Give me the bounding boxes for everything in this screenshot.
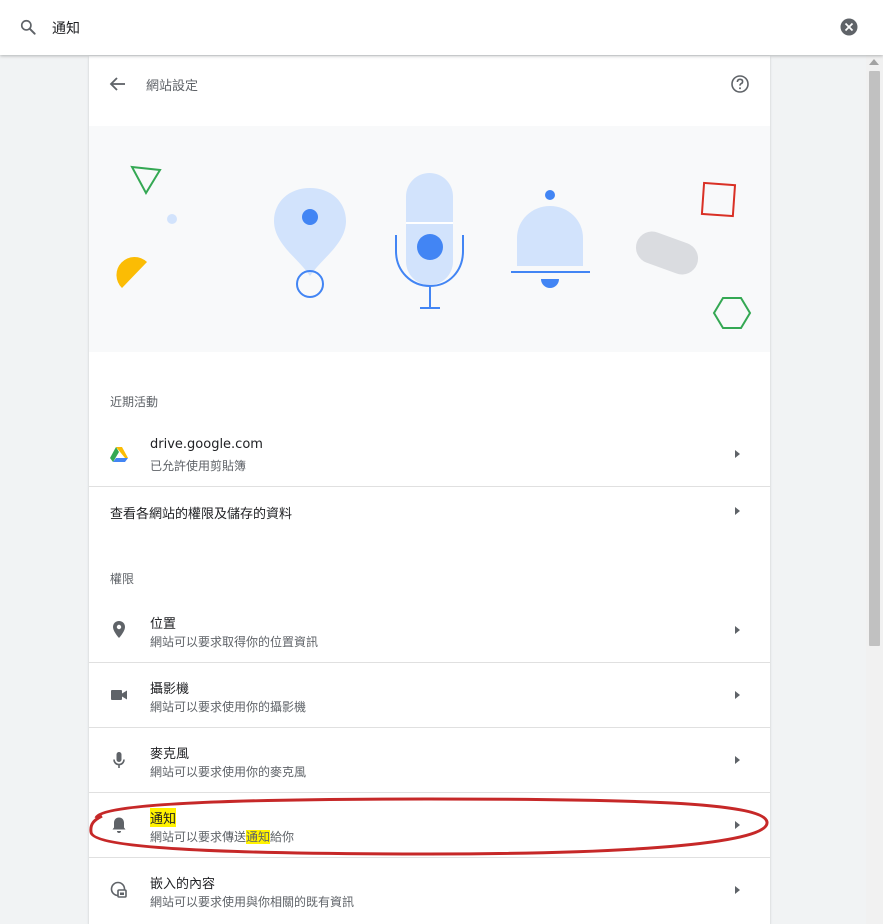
all-sites-label: 查看各網站的權限及儲存的資料 xyxy=(110,507,293,522)
permission-camera[interactable]: 攝影機 網站可以要求使用你的攝影機 xyxy=(89,663,770,728)
search-match-highlight: 通知 xyxy=(246,830,271,844)
clear-search-icon[interactable] xyxy=(839,17,859,37)
scroll-up-arrow-icon[interactable] xyxy=(869,59,879,65)
help-icon[interactable] xyxy=(729,73,751,95)
microphone-illustration-icon xyxy=(395,173,464,309)
chevron-right-icon xyxy=(735,756,740,764)
permission-subtitle: 網站可以要求使用與你相關的既有資訊 xyxy=(150,895,355,909)
card-header: 網站設定 xyxy=(89,56,770,126)
permission-notifications[interactable]: 通知 網站可以要求傳送通知給你 xyxy=(89,793,770,858)
bell-icon xyxy=(112,817,126,833)
chevron-right-icon xyxy=(735,450,740,458)
back-arrow-icon[interactable] xyxy=(107,73,129,95)
site-settings-card: 網站設定 近期活動 drive.google.com 已允許使用剪貼簿 查看各網… xyxy=(89,56,770,924)
search-input[interactable]: 通知 xyxy=(52,18,80,38)
page-title: 網站設定 xyxy=(146,79,199,94)
chevron-right-icon xyxy=(735,507,740,515)
permission-title: 嵌入的內容 xyxy=(150,877,216,892)
half-circle-shape-icon xyxy=(116,256,147,288)
search-icon xyxy=(20,19,36,35)
illustration-banner xyxy=(89,126,770,352)
permission-title: 攝影機 xyxy=(150,682,190,697)
square-shape-icon xyxy=(700,181,737,218)
hexagon-shape-icon xyxy=(712,297,752,329)
recent-item-title: drive.google.com xyxy=(150,437,263,452)
camera-icon xyxy=(111,690,127,700)
embedded-content-icon xyxy=(110,881,127,898)
search-bar: 通知 xyxy=(0,0,883,55)
all-sites-data-link[interactable]: 查看各網站的權限及儲存的資料 xyxy=(89,487,770,532)
permission-location[interactable]: 位置 網站可以要求取得你的位置資訊 xyxy=(89,598,770,663)
permission-microphone[interactable]: 麥克風 網站可以要求使用你的麥克風 xyxy=(89,728,770,793)
section-label-recent: 近期活動 xyxy=(110,395,159,409)
scrollbar[interactable] xyxy=(866,55,883,924)
subtitle-text: 網站可以要求傳送 xyxy=(150,830,247,844)
permission-subtitle: 網站可以要求傳送通知給你 xyxy=(150,828,294,845)
permission-embedded-content[interactable]: 嵌入的內容 網站可以要求使用與你相關的既有資訊 xyxy=(89,858,770,923)
subtitle-text: 給你 xyxy=(270,830,295,844)
google-drive-icon xyxy=(110,447,128,462)
permission-title: 麥克風 xyxy=(150,747,190,762)
permission-subtitle: 網站可以要求取得你的位置資訊 xyxy=(150,635,319,649)
dot-shape-icon xyxy=(167,214,177,224)
location-pin-illustration-icon xyxy=(274,188,346,298)
section-label-permissions: 權限 xyxy=(110,572,135,586)
recent-item-subtitle: 已允許使用剪貼簿 xyxy=(150,459,247,473)
chevron-right-icon xyxy=(735,691,740,699)
permission-title: 通知 xyxy=(150,808,177,827)
triangle-shape-icon xyxy=(130,165,162,196)
scrollbar-thumb[interactable] xyxy=(869,71,880,646)
bell-illustration-icon xyxy=(511,190,590,288)
permission-subtitle: 網站可以要求使用你的攝影機 xyxy=(150,700,307,714)
permission-subtitle: 網站可以要求使用你的麥克風 xyxy=(150,765,307,779)
chevron-right-icon xyxy=(735,626,740,634)
recent-item-drive[interactable]: drive.google.com 已允許使用剪貼簿 xyxy=(89,422,770,487)
location-pin-icon xyxy=(113,621,125,638)
permission-title: 位置 xyxy=(150,617,177,632)
chevron-right-icon xyxy=(735,886,740,894)
chevron-right-icon xyxy=(735,821,740,829)
pill-shape-icon xyxy=(635,231,699,275)
microphone-icon xyxy=(113,752,125,768)
